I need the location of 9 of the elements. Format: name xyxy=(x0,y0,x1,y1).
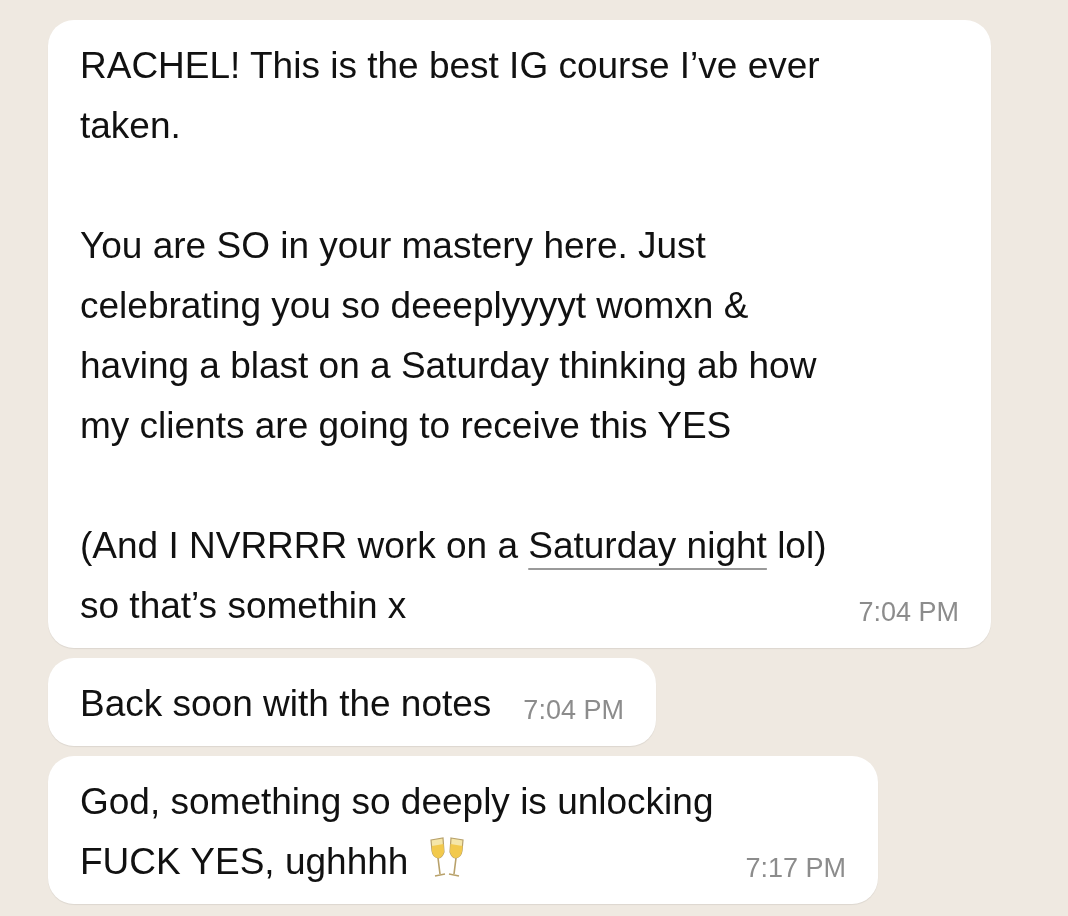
date-link[interactable]: Saturday night xyxy=(528,525,767,566)
message-text: RACHEL! This is the best IG course I’ve ever taken. xyxy=(80,44,821,148)
message-time: 7:17 PM xyxy=(745,851,847,885)
message-text: (And I NVRRRR work on a Saturday night lol) so that’s somethin x xyxy=(80,524,827,628)
message-text: Back soon with the notes xyxy=(80,682,492,726)
message-time: 7:04 PM xyxy=(858,595,960,629)
message-text: God, something so deeply is unlocking FUCK YES, ughhhh xyxy=(80,780,714,884)
message-text: You are SO in your mastery here. Just celebrating you so deeeplyyyyt womxn & having a blast on a Saturday thinking ab how my clients are going to receive this YES xyxy=(80,224,818,448)
message-time: 7:04 PM xyxy=(523,693,624,727)
